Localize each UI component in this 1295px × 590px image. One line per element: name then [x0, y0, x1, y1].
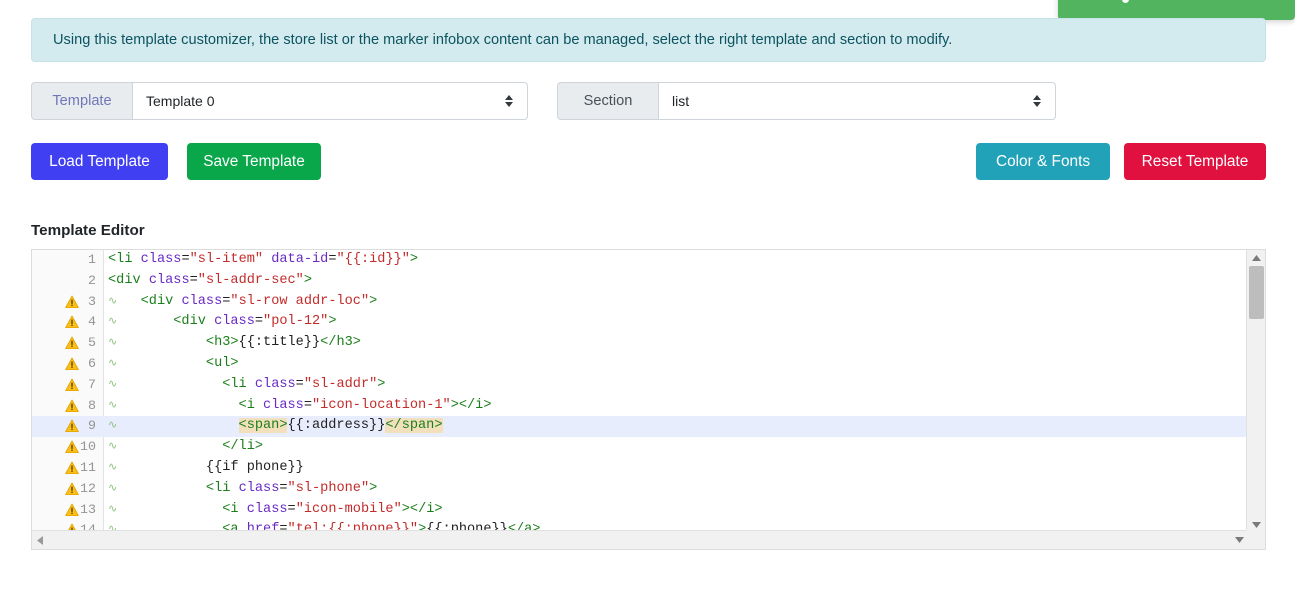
editor-heading: Template Editor: [31, 222, 145, 239]
code-line[interactable]: 5 ∿ <h3>{{:title}}</h3>: [32, 333, 1248, 354]
code-text: <li class="sl-addr">: [222, 376, 386, 392]
line-number: 13: [80, 501, 96, 517]
success-toast[interactable]: [1058, 0, 1295, 20]
code-line[interactable]: 11 ∿ {{if phone}}: [32, 458, 1248, 479]
template-editor[interactable]: 1 <li class="sl-item" data-id="{{:id}}"> 2…: [31, 249, 1266, 550]
section-label: Section: [557, 82, 658, 120]
scrollbar-corner: [1246, 530, 1265, 549]
template-select-value: Template 0: [146, 93, 215, 109]
code-line[interactable]: 6 ∿ <ul>: [32, 354, 1248, 375]
template-select-group: Template Template 0: [31, 82, 528, 120]
code-text: <div class="sl-addr-sec">: [108, 272, 313, 288]
info-alert: Using this template customizer, the stor…: [31, 18, 1266, 62]
code-line[interactable]: 13 ∿ <i class="icon-mobile"></i>: [32, 500, 1248, 521]
code-line[interactable]: 8 ∿ <i class="icon-location-1"></i>: [32, 396, 1248, 417]
reset-template-button[interactable]: Reset Template: [1124, 143, 1266, 180]
code-text: <i class="icon-location-1"></i>: [238, 397, 492, 413]
line-number: 12: [80, 480, 96, 496]
code-text: <li class="sl-phone">: [205, 480, 378, 496]
section-select-value: list: [672, 93, 690, 109]
load-template-button[interactable]: Load Template: [31, 143, 168, 180]
code-text: <div class="pol-12">: [173, 314, 337, 330]
line-number: 2: [88, 272, 96, 288]
code-line[interactable]: 2 <div class="sl-addr-sec">: [32, 271, 1248, 292]
page-root: Using this template customizer, the stor…: [0, 0, 1295, 590]
code-text: <li class="sl-item" data-id="{{:id}}">: [108, 252, 419, 267]
line-number: 5: [88, 335, 96, 351]
code-text: <h3>{{:title}}</h3>: [205, 335, 361, 351]
color-fonts-button[interactable]: Color & Fonts: [976, 143, 1110, 180]
chevron-updown-icon: [504, 93, 514, 109]
code-text: <span>{{:address}}</span>: [238, 418, 443, 434]
line-number: 7: [88, 376, 96, 392]
line-number: 1: [88, 252, 96, 267]
line-number: 9: [88, 418, 96, 434]
line-number: 8: [88, 397, 96, 413]
line-number: 6: [88, 355, 96, 371]
line-number: 11: [80, 459, 96, 475]
section-select-group: Section list: [557, 82, 1056, 120]
code-text: <i class="icon-mobile"></i>: [222, 501, 443, 517]
vertical-scrollbar-thumb[interactable]: [1249, 266, 1264, 319]
scroll-left-icon[interactable]: [32, 531, 47, 549]
code-line[interactable]: 7 ∿ <li class="sl-addr">: [32, 375, 1248, 396]
template-select[interactable]: Template 0: [132, 82, 528, 120]
template-label: Template: [31, 82, 132, 120]
code-text: <div class="sl-row addr-loc">: [140, 293, 378, 309]
code-area[interactable]: 1 <li class="sl-item" data-id="{{:id}}"> 2…: [32, 250, 1248, 532]
code-text: <ul>: [205, 355, 239, 371]
line-number: 3: [88, 293, 96, 309]
code-text: </li>: [222, 439, 264, 455]
chevron-updown-icon: [1032, 93, 1042, 109]
save-template-button[interactable]: Save Template: [187, 143, 321, 180]
code-line[interactable]: 10 ∿ </li>: [32, 437, 1248, 458]
code-line[interactable]: 1 <li class="sl-item" data-id="{{:id}}">: [32, 250, 1248, 271]
scroll-right-icon[interactable]: [1232, 531, 1247, 549]
code-line[interactable]: 9 ∿ <span>{{:address}}</span>: [32, 416, 1248, 438]
selector-row: Template Template 0 Section list: [0, 82, 1295, 122]
check-icon: [1122, 0, 1129, 3]
code-text: {{if phone}}: [205, 459, 304, 475]
line-number: 10: [80, 439, 96, 455]
code-line[interactable]: 12 ∿ <li class="sl-phone">: [32, 479, 1248, 500]
code-lines[interactable]: 1 <li class="sl-item" data-id="{{:id}}"> 2…: [32, 250, 1248, 532]
scroll-up-icon[interactable]: [1247, 250, 1265, 265]
section-select[interactable]: list: [658, 82, 1056, 120]
vertical-scrollbar[interactable]: [1246, 250, 1265, 532]
code-line[interactable]: 3 ∿ <div class="sl-row addr-loc">: [32, 292, 1248, 313]
line-number: 4: [88, 314, 96, 330]
code-line[interactable]: 4 ∿ <div class="pol-12">: [32, 312, 1248, 333]
horizontal-scrollbar[interactable]: [32, 530, 1265, 549]
